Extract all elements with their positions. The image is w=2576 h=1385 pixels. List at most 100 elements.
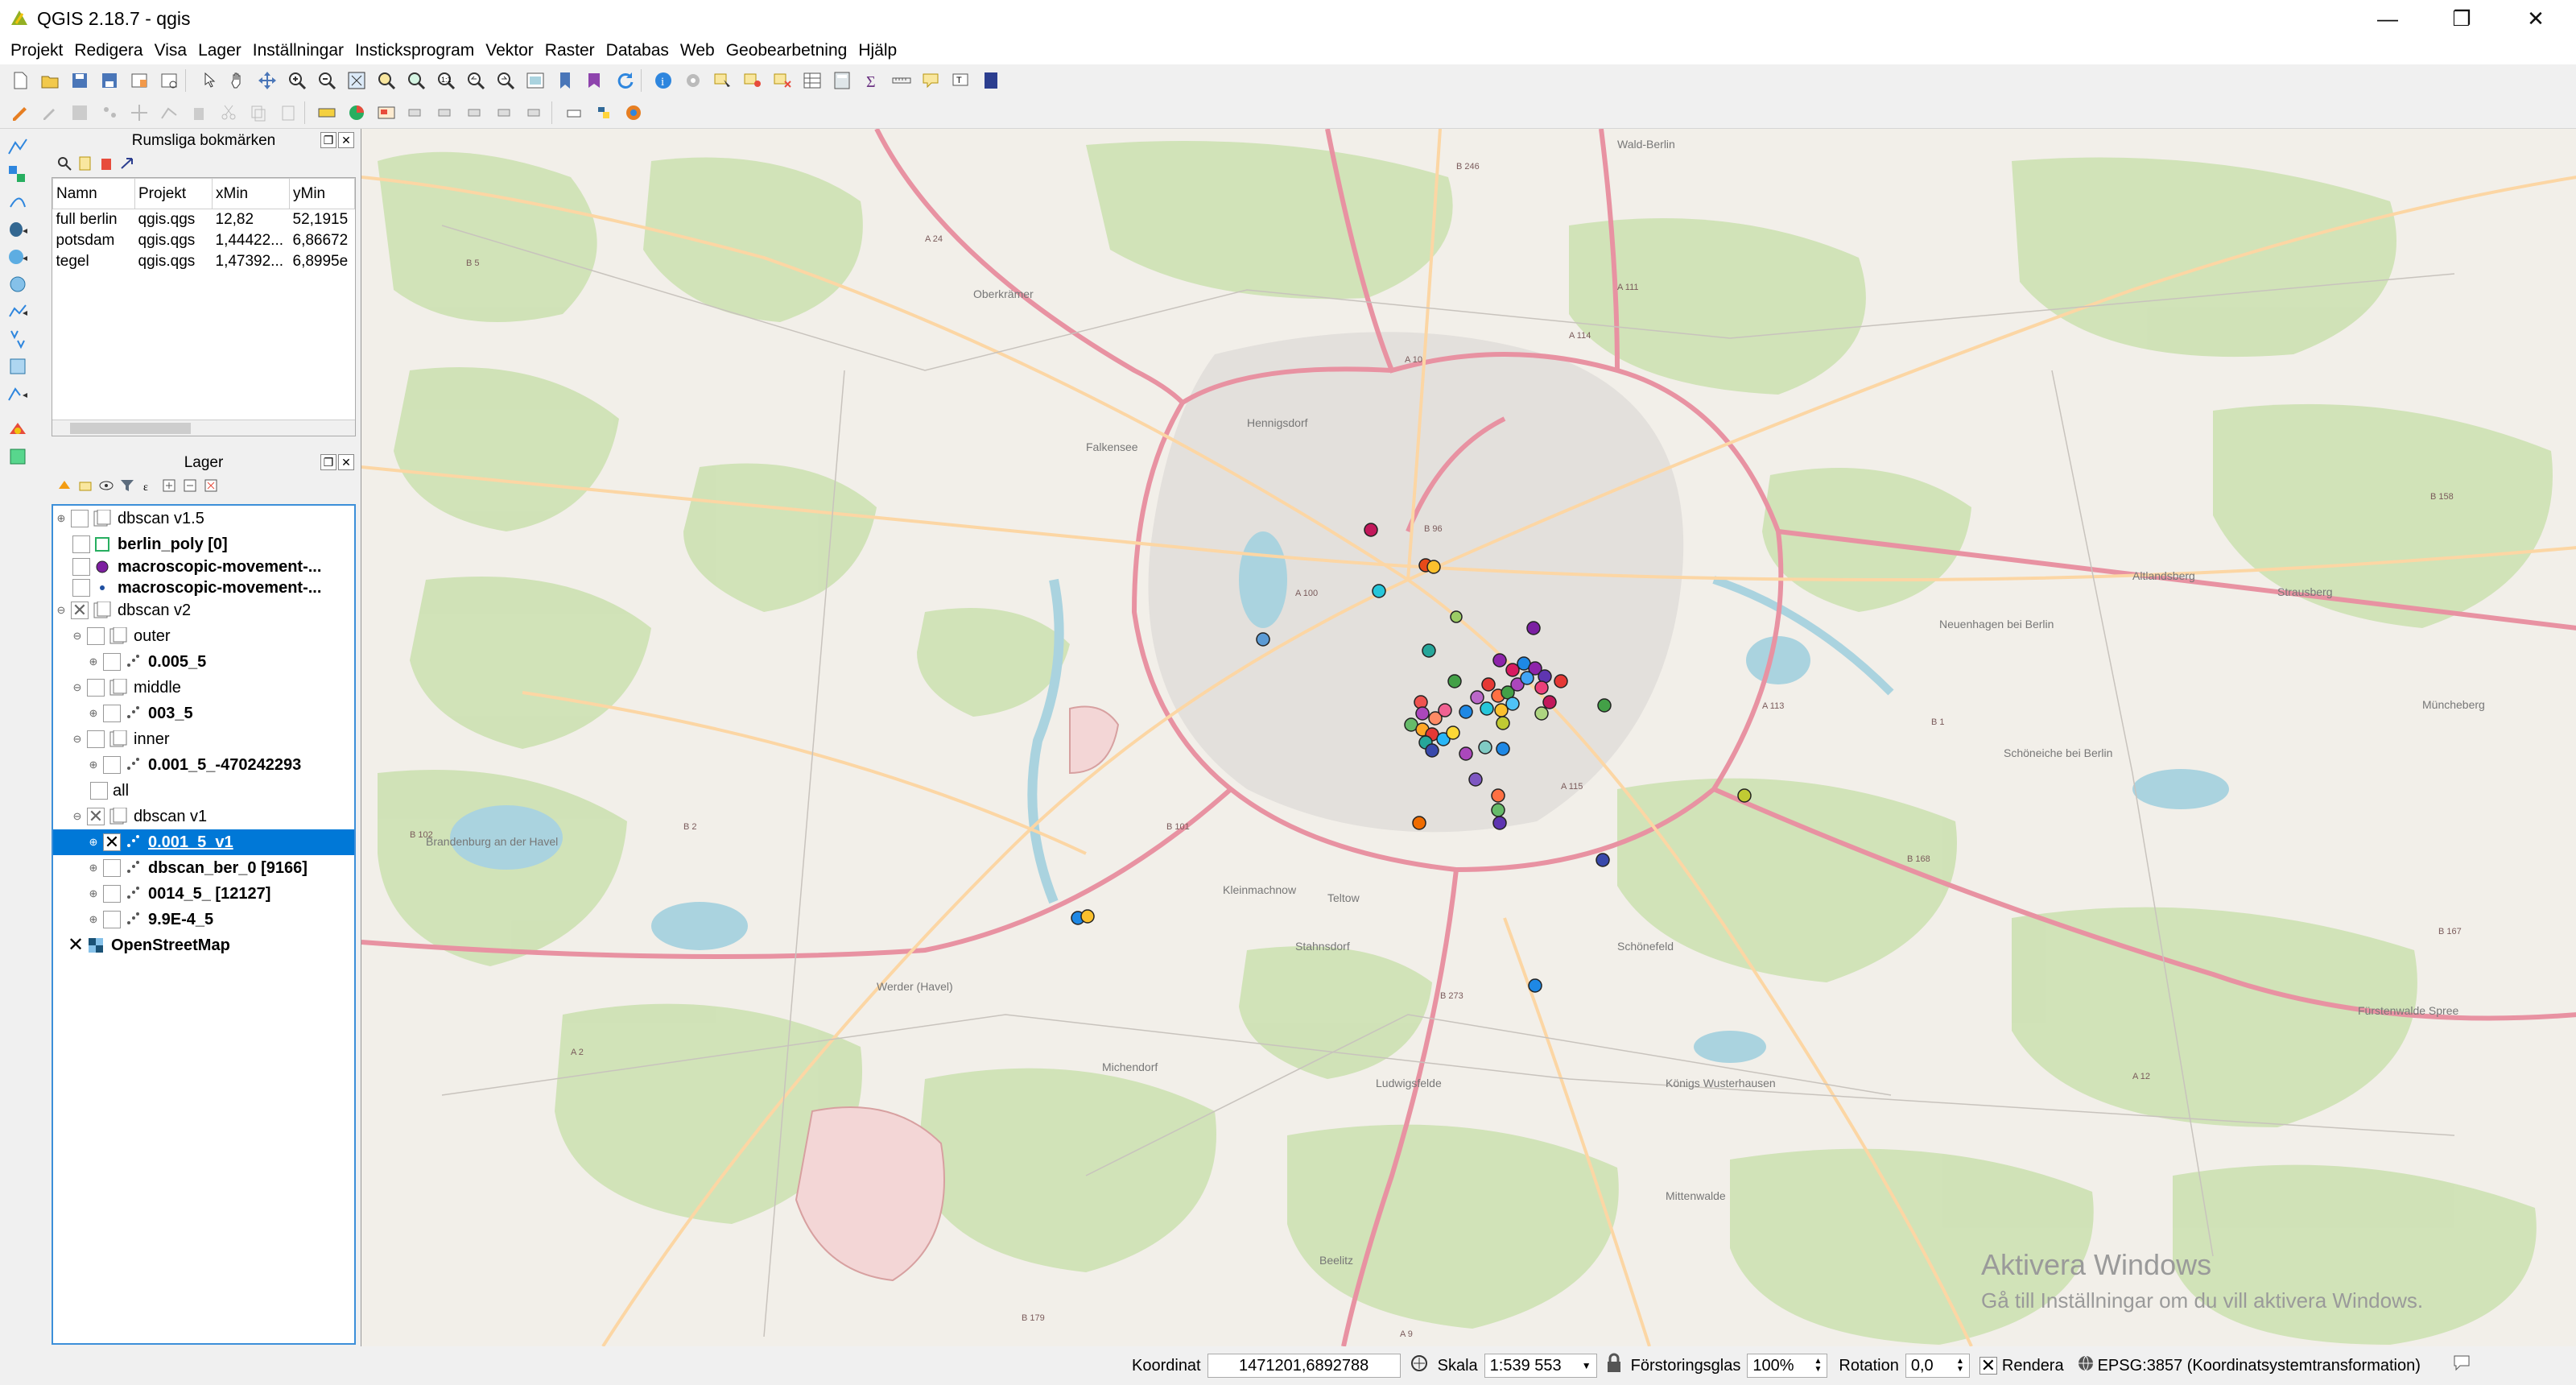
manage-visibility-icon[interactable]: [98, 478, 114, 494]
add-postgis-layer-icon[interactable]: [0, 216, 40, 243]
horizontal-scrollbar[interactable]: [52, 420, 355, 436]
layer-checkbox[interactable]: [103, 705, 121, 722]
toggle-editing-icon[interactable]: [36, 99, 64, 126]
cluster-point[interactable]: [1372, 584, 1386, 598]
expand-all-icon[interactable]: [161, 478, 177, 494]
cluster-point[interactable]: [1478, 740, 1492, 755]
measure-line-icon[interactable]: [888, 67, 915, 94]
select-features-icon[interactable]: [709, 67, 737, 94]
magnifier-spinbox[interactable]: 100% ▲ ▼: [1747, 1354, 1828, 1378]
remove-layer-icon[interactable]: [203, 478, 219, 494]
cluster-point[interactable]: [1415, 706, 1430, 721]
layer-checkbox[interactable]: [71, 510, 89, 527]
layer-checkbox[interactable]: [103, 911, 121, 928]
layer-0-001-5-v1[interactable]: ⊕ ✕ 0.001_5_v1: [53, 829, 354, 855]
add-virtual-layer-icon[interactable]: [0, 353, 40, 380]
save-layer-edits-icon[interactable]: [66, 99, 93, 126]
layer-checkbox[interactable]: [103, 653, 121, 671]
bookmarks-table[interactable]: Namn Projekt xMin yMin full berlin qgis.…: [52, 177, 356, 436]
crs-globe-icon[interactable]: [2077, 1354, 2095, 1377]
layer-group-outer[interactable]: ⊖ outer: [53, 623, 354, 649]
change-label-icon[interactable]: [522, 99, 549, 126]
layer-checkbox[interactable]: [103, 756, 121, 774]
cluster-point[interactable]: [1470, 690, 1484, 705]
cluster-point[interactable]: [1554, 674, 1568, 688]
zoom-to-selection-icon[interactable]: [373, 67, 400, 94]
cluster-point[interactable]: [1534, 706, 1549, 721]
expand-icon[interactable]: ⊕: [55, 512, 68, 525]
layer-group-dbscan-v1-5[interactable]: ⊕ dbscan v1.5: [53, 506, 354, 531]
add-vector-layer-icon[interactable]: [0, 134, 40, 161]
menu-installningar[interactable]: Inställningar: [247, 41, 349, 60]
cluster-point[interactable]: [1468, 772, 1483, 787]
current-edits-icon[interactable]: [6, 99, 34, 126]
new-print-composer-icon[interactable]: [126, 67, 153, 94]
cluster-point[interactable]: [1491, 803, 1505, 817]
layer-group-middle[interactable]: ⊖ middle: [53, 675, 354, 701]
plugin-a-icon[interactable]: [0, 416, 40, 443]
cut-features-icon[interactable]: [215, 99, 242, 126]
cluster-point[interactable]: [1459, 705, 1473, 719]
filter-legend-icon[interactable]: [119, 478, 135, 494]
layer-checkbox[interactable]: [103, 885, 121, 903]
cluster-point[interactable]: [1412, 816, 1426, 830]
collapse-icon[interactable]: ⊖: [71, 733, 84, 746]
add-group-icon[interactable]: [77, 478, 93, 494]
menu-geobearbetning[interactable]: Geobearbetning: [720, 41, 853, 60]
layer-dbscan-ber-0[interactable]: ⊕ dbscan_ber_0 [9166]: [53, 855, 354, 881]
column-header-xmin[interactable]: xMin: [212, 178, 290, 209]
cluster-point[interactable]: [1542, 695, 1557, 709]
zoom-full-icon[interactable]: [343, 67, 370, 94]
menu-projekt[interactable]: Projekt: [5, 41, 68, 60]
layer-group-dbscan-v1[interactable]: ⊖ ✕ dbscan v1: [53, 804, 354, 829]
run-feature-action-icon[interactable]: [679, 67, 707, 94]
zoom-out-icon[interactable]: [313, 67, 341, 94]
map-canvas[interactable]: Wald-Berlin Falkensee Schönefeld Stahnsd…: [361, 129, 2576, 1346]
delete-selected-icon[interactable]: [185, 99, 213, 126]
label-tool-icon[interactable]: [313, 99, 341, 126]
cluster-point[interactable]: [1596, 853, 1610, 867]
cluster-point[interactable]: [1425, 743, 1439, 758]
touch-zoom-icon[interactable]: [194, 67, 221, 94]
layer-9-9e-4-5[interactable]: ⊕ 9.9E-4_5: [53, 907, 354, 932]
toggle-extents-icon[interactable]: [1409, 1353, 1430, 1379]
cluster-point[interactable]: [1256, 632, 1270, 647]
map-tips-icon[interactable]: [918, 67, 945, 94]
column-header-projekt[interactable]: Projekt: [134, 178, 213, 209]
cluster-point[interactable]: [1534, 680, 1549, 695]
cluster-point[interactable]: [1491, 788, 1505, 803]
copy-features-icon[interactable]: [245, 99, 272, 126]
layer-checkbox[interactable]: ✕: [71, 602, 89, 619]
messages-icon[interactable]: [2451, 1353, 2472, 1379]
expand-icon[interactable]: ⊕: [87, 759, 100, 771]
add-wms-layer-icon[interactable]: [0, 243, 40, 271]
cluster-point[interactable]: [1450, 610, 1463, 623]
table-row[interactable]: potsdam qgis.qgs 1,44422... 6,86672: [53, 230, 355, 251]
layer-checkbox[interactable]: ✕: [103, 833, 121, 851]
add-feature-icon[interactable]: [96, 99, 123, 126]
collapse-icon[interactable]: ⊖: [71, 630, 84, 643]
menu-hjalp[interactable]: Hjälp: [852, 41, 902, 60]
layer-checkbox[interactable]: [90, 782, 108, 800]
save-project-icon[interactable]: [66, 67, 93, 94]
column-header-ymin[interactable]: yMin: [289, 178, 355, 209]
open-attribute-table-icon[interactable]: [799, 67, 826, 94]
cluster-point[interactable]: [1426, 560, 1441, 574]
coordinate-field[interactable]: 1471201,6892788: [1207, 1354, 1401, 1378]
save-as-icon[interactable]: [96, 67, 123, 94]
collapse-all-icon[interactable]: [182, 478, 198, 494]
zoom-next-icon[interactable]: [492, 67, 519, 94]
statistical-summary-icon[interactable]: Σ: [858, 67, 886, 94]
collapse-icon[interactable]: ⊖: [71, 810, 84, 823]
add-wfs-layer-icon[interactable]: [0, 298, 40, 325]
show-hide-labels-icon[interactable]: [432, 99, 460, 126]
export-bookmark-icon[interactable]: [119, 155, 135, 172]
menu-lager[interactable]: Lager: [192, 41, 247, 60]
cluster-point[interactable]: [1492, 816, 1507, 830]
node-tool-icon[interactable]: [155, 99, 183, 126]
cluster-point[interactable]: [1496, 742, 1510, 756]
cluster-point[interactable]: [1737, 788, 1752, 803]
zoom-native-icon[interactable]: 1:1: [432, 67, 460, 94]
show-bookmarks-icon[interactable]: [581, 67, 609, 94]
cluster-point[interactable]: [1492, 653, 1507, 668]
